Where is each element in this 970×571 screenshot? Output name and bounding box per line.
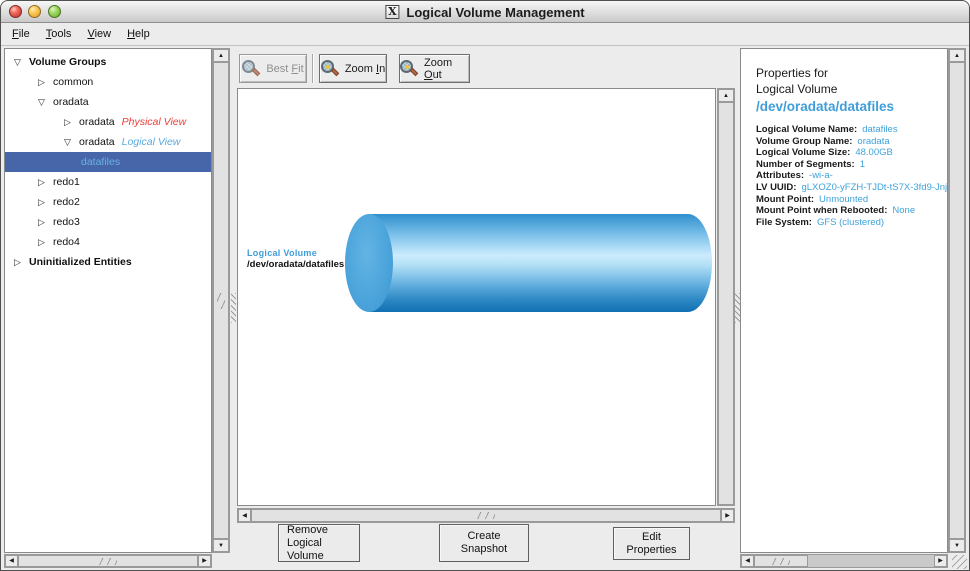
tree-item-common[interactable]: ▷common — [5, 72, 211, 92]
menu-help[interactable]: Help — [119, 25, 158, 43]
volume-label-title: Logical Volume — [247, 247, 344, 259]
tree-item-oradata-logical-view[interactable]: ▽oradataLogical View — [5, 132, 211, 152]
scroll-down-icon[interactable]: ▼ — [213, 539, 229, 552]
app-window: X Logical Volume Management File Tools V… — [0, 0, 970, 571]
tree-hscroll-thumb[interactable] — [18, 555, 198, 567]
volume-label-path: /dev/oradata/datafiles — [247, 259, 344, 271]
scroll-up-icon[interactable]: ▲ — [718, 89, 734, 102]
canvas-vscroll-thumb[interactable] — [718, 102, 734, 505]
properties-vertical-scrollbar[interactable]: ▲ ▼ — [948, 48, 966, 553]
tree-item-volume-groups[interactable]: ▽Volume Groups — [5, 52, 211, 72]
expander-closed-icon[interactable]: ▷ — [61, 117, 74, 128]
left-pane-divider[interactable] — [230, 48, 237, 568]
expander-open-icon[interactable]: ▽ — [35, 97, 48, 108]
menu-file[interactable]: File — [4, 25, 38, 43]
volume-label: Logical Volume /dev/oradata/datafiles — [247, 247, 344, 271]
best-fit-button[interactable]: Best Fit — [239, 54, 307, 83]
remove-button-line1: Remove — [287, 524, 328, 536]
tree-item-uninitialized-entities[interactable]: ▷Uninitialized Entities — [5, 252, 211, 272]
property-row: Logical Volume Name:datafiles — [756, 124, 947, 136]
toolbar-separator — [312, 54, 314, 83]
x11-app-icon: X — [385, 5, 399, 19]
menu-bar: File Tools View Help — [1, 23, 969, 46]
property-row: Number of Segments:1 — [756, 159, 947, 171]
property-row: Volume Group Name:oradata — [756, 136, 947, 148]
tree-item-datafiles[interactable]: datafiles — [5, 152, 211, 172]
minimize-button-icon[interactable] — [28, 5, 41, 18]
create-snapshot-button[interactable]: Create Snapshot — [439, 524, 529, 562]
property-row: Mount Point:Unmounted — [756, 194, 947, 206]
menu-view[interactable]: View — [79, 25, 119, 43]
tree-vscroll-thumb[interactable] — [213, 62, 229, 539]
volume-tree: ▽Volume Groups ▷common ▽oradata ▷oradata… — [5, 49, 211, 272]
magnifier-icon — [242, 60, 260, 78]
zoom-in-button[interactable]: Zoom In — [319, 54, 387, 83]
tree-item-redo1[interactable]: ▷redo1 — [5, 172, 211, 192]
window-resize-grip-icon[interactable] — [952, 555, 967, 569]
properties-panel: Properties for Logical Volume /dev/orada… — [740, 48, 948, 553]
scroll-up-icon[interactable]: ▲ — [949, 49, 965, 62]
canvas-horizontal-scrollbar[interactable]: ◀ ▶ — [237, 508, 735, 523]
remove-button-line2: Logical Volume — [287, 537, 324, 562]
magnifier-minus-icon — [400, 60, 418, 78]
close-button-icon[interactable] — [9, 5, 22, 18]
scroll-down-icon[interactable]: ▼ — [949, 539, 965, 552]
tree-item-oradata[interactable]: ▽oradata — [5, 92, 211, 112]
scroll-track[interactable] — [808, 555, 934, 567]
expander-closed-icon[interactable]: ▷ — [35, 197, 48, 208]
scroll-up-icon[interactable]: ▲ — [213, 49, 229, 62]
scroll-right-icon[interactable]: ▶ — [721, 509, 734, 522]
canvas-hscroll-thumb[interactable] — [251, 509, 721, 522]
properties-hscroll-thumb[interactable] — [754, 555, 808, 567]
tree-vertical-scrollbar[interactable]: ▲ ▼ — [212, 48, 230, 553]
menu-tools[interactable]: Tools — [38, 25, 80, 43]
scroll-grip — [217, 293, 225, 309]
zoom-out-button[interactable]: Zoom Out — [399, 54, 470, 83]
properties-heading-line1: Properties for — [756, 65, 947, 81]
properties-horizontal-scrollbar[interactable]: ◀ ▶ — [740, 554, 948, 568]
tree-item-redo3[interactable]: ▷redo3 — [5, 212, 211, 232]
scroll-left-icon[interactable]: ◀ — [741, 555, 754, 567]
magnifier-plus-icon — [321, 60, 339, 78]
logical-volume-cylinder[interactable] — [369, 214, 712, 312]
divider-grip-icon — [231, 293, 236, 323]
property-row: File System:GFS (clustered) — [756, 217, 947, 229]
window-title: Logical Volume Management — [406, 5, 584, 20]
scroll-right-icon[interactable]: ▶ — [934, 555, 947, 567]
edit-properties-button[interactable]: Edit Properties — [613, 527, 690, 560]
scroll-left-icon[interactable]: ◀ — [5, 555, 18, 567]
canvas-vertical-scrollbar[interactable]: ▲ — [717, 88, 735, 506]
expander-closed-icon[interactable]: ▷ — [11, 257, 24, 268]
tree-horizontal-scrollbar[interactable]: ◀ ▶ — [4, 554, 212, 568]
scroll-grip — [772, 558, 790, 565]
expander-closed-icon[interactable]: ▷ — [35, 237, 48, 248]
window-title-group: X Logical Volume Management — [385, 1, 584, 23]
scroll-left-icon[interactable]: ◀ — [238, 509, 251, 522]
property-row: Attributes:-wi-a- — [756, 170, 947, 182]
tree-item-redo4[interactable]: ▷redo4 — [5, 232, 211, 252]
properties-heading-path: /dev/oradata/datafiles — [756, 97, 947, 116]
properties-heading-line2: Logical Volume — [756, 81, 947, 97]
expander-closed-icon[interactable]: ▷ — [35, 77, 48, 88]
cylinder-end-cap[interactable] — [345, 214, 393, 312]
remove-logical-volume-button[interactable]: RemoveLogical Volume — [278, 524, 360, 562]
properties-vscroll-thumb[interactable] — [949, 62, 965, 539]
zoom-button-icon[interactable] — [48, 5, 61, 18]
expander-open-icon[interactable]: ▽ — [61, 137, 74, 148]
expander-closed-icon[interactable]: ▷ — [35, 217, 48, 228]
property-row: Logical Volume Size:48.00GB — [756, 147, 947, 159]
property-row: LV UUID:gLXOZ0-yFZH-TJDt-tS7X-3fd9-Jnj0-… — [756, 182, 947, 194]
expander-open-icon[interactable]: ▽ — [11, 57, 24, 68]
tree-item-redo2[interactable]: ▷redo2 — [5, 192, 211, 212]
scroll-grip — [99, 558, 117, 565]
scroll-right-icon[interactable]: ▶ — [198, 555, 211, 567]
title-bar[interactable]: X Logical Volume Management — [1, 1, 969, 23]
property-row: Mount Point when Rebooted:None — [756, 205, 947, 217]
volume-canvas[interactable]: Logical Volume /dev/oradata/datafiles — [237, 88, 716, 506]
tree-item-oradata-physical-view[interactable]: ▷oradataPhysical View — [5, 112, 211, 132]
scroll-grip — [477, 512, 495, 519]
volume-tree-panel: ▽Volume Groups ▷common ▽oradata ▷oradata… — [4, 48, 212, 553]
expander-closed-icon[interactable]: ▷ — [35, 177, 48, 188]
